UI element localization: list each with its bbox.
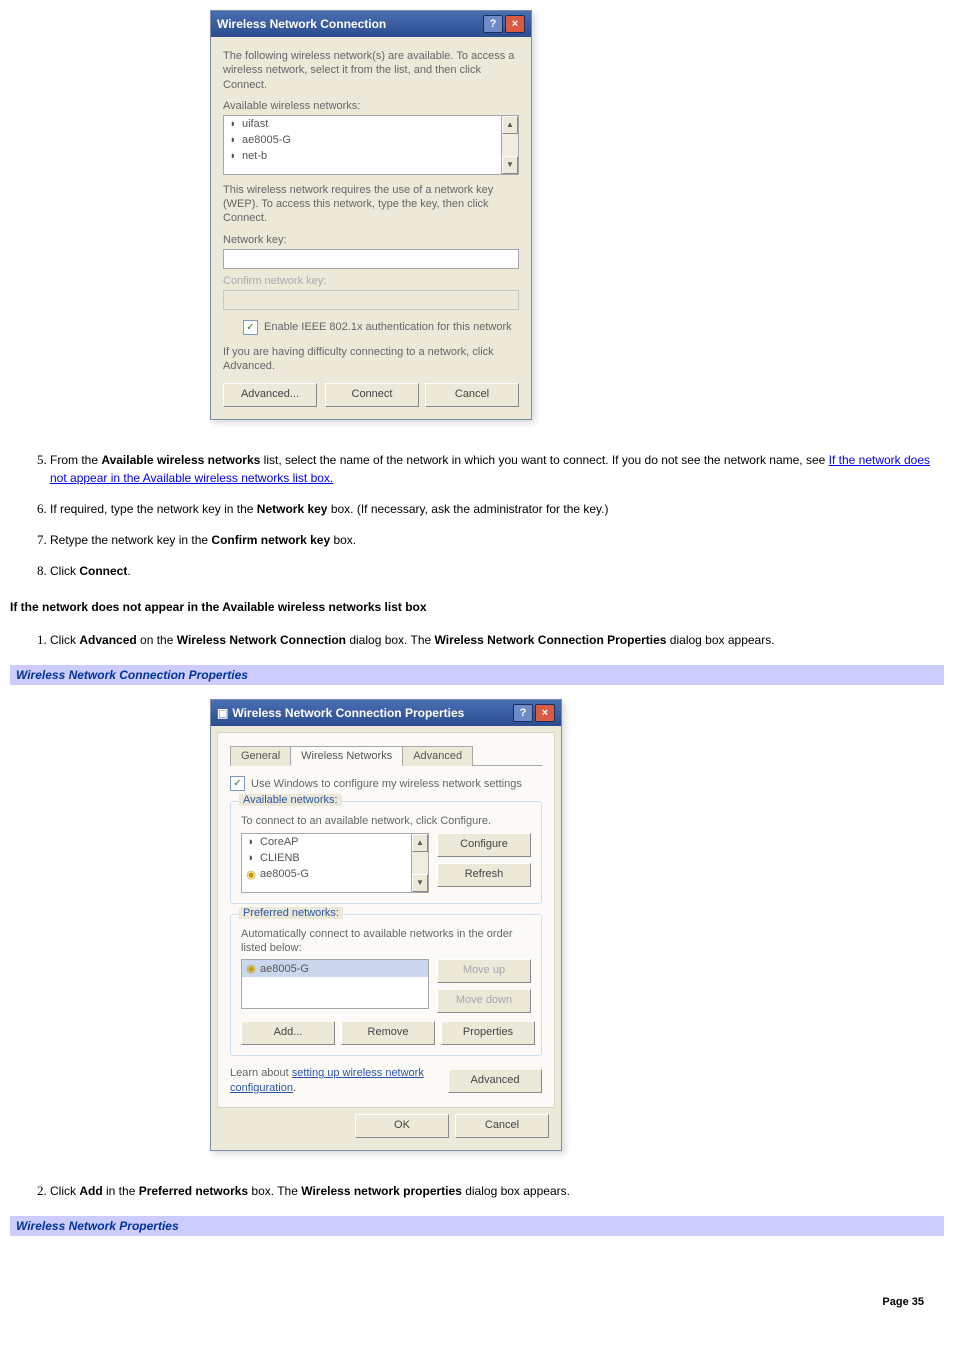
- dialog1-title: Wireless Network Connection: [217, 17, 386, 31]
- dialog1-intro: The following wireless network(s) are av…: [223, 49, 519, 92]
- tab-general[interactable]: General: [230, 746, 291, 766]
- dialog2-titlebar: ▣ Wireless Network Connection Properties…: [211, 700, 561, 726]
- available-networks-list-2[interactable]: ◗CoreAP ◗CLIENB ◉ae8005-G ▲ ▼: [241, 833, 429, 893]
- ok-button[interactable]: OK: [355, 1114, 449, 1138]
- learn-about-text: Learn about setting up wireless network …: [230, 1066, 440, 1095]
- checkbox-icon[interactable]: ✓: [243, 320, 258, 335]
- step-6: If required, type the network key in the…: [50, 499, 944, 518]
- signal-icon: ◗: [246, 852, 256, 864]
- add-button[interactable]: Add...: [241, 1021, 335, 1045]
- preferred-networks-group: Preferred networks: Automatically connec…: [230, 914, 542, 1057]
- close-icon[interactable]: ×: [535, 704, 555, 722]
- step-5: From the Available wireless networks lis…: [50, 450, 944, 487]
- signal-icon: ◗: [228, 118, 238, 130]
- list-item[interactable]: ◉ae8005-G: [242, 866, 428, 883]
- move-up-button: Move up: [437, 959, 531, 983]
- tab-wireless-networks[interactable]: Wireless Networks: [290, 746, 403, 766]
- help-icon[interactable]: ?: [513, 704, 533, 722]
- steps-list-3: Click Add in the Preferred networks box.…: [10, 1181, 944, 1200]
- available-networks-label: Available wireless networks:: [223, 100, 519, 112]
- signal-icon: ◗: [228, 150, 238, 162]
- enable-8021x-checkbox[interactable]: ✓ Enable IEEE 802.1x authentication for …: [243, 320, 519, 335]
- list-item[interactable]: ◗ae8005-G: [224, 132, 518, 148]
- list-item[interactable]: ◉ae8005-G: [242, 960, 428, 977]
- list-item[interactable]: ◗uifast: [224, 116, 518, 132]
- cancel-button-2[interactable]: Cancel: [455, 1114, 549, 1138]
- wireless-properties-dialog: ▣ Wireless Network Connection Properties…: [210, 699, 562, 1150]
- page-number: Page 35: [10, 1296, 944, 1308]
- steps-list-1: From the Available wireless networks lis…: [10, 450, 944, 580]
- step-7: Retype the network key in the Confirm ne…: [50, 530, 944, 549]
- configure-button[interactable]: Configure: [437, 833, 531, 857]
- available-desc: To connect to an available network, clic…: [241, 814, 531, 828]
- scroll-up-icon[interactable]: ▲: [502, 116, 518, 134]
- help-icon[interactable]: ?: [483, 15, 503, 33]
- wep-signal-icon: ◉: [246, 962, 256, 975]
- move-down-button: Move down: [437, 989, 531, 1013]
- signal-icon: ◗: [228, 134, 238, 146]
- group-title: Preferred networks:: [239, 907, 343, 919]
- properties-button[interactable]: Properties: [441, 1021, 535, 1045]
- scroll-down-icon[interactable]: ▼: [412, 874, 428, 892]
- wireless-connection-dialog: Wireless Network Connection ? × The foll…: [210, 10, 532, 420]
- scroll-down-icon[interactable]: ▼: [502, 156, 518, 174]
- confirm-key-input: [223, 290, 519, 310]
- dialog2-title: Wireless Network Connection Properties: [232, 706, 464, 720]
- group-title: Available networks:: [239, 794, 342, 806]
- use-windows-checkbox[interactable]: ✓ Use Windows to configure my wireless n…: [230, 776, 542, 791]
- tabs: General Wireless Networks Advanced: [230, 745, 542, 766]
- difficulty-text: If you are having difficulty connecting …: [223, 345, 519, 374]
- refresh-button[interactable]: Refresh: [437, 863, 531, 887]
- preferred-desc: Automatically connect to available netwo…: [241, 927, 531, 956]
- wep-signal-icon: ◉: [246, 868, 256, 881]
- close-icon[interactable]: ×: [505, 15, 525, 33]
- available-networks-list[interactable]: ◗uifast ◗ae8005-G ◗net-b ▲ ▼: [223, 115, 519, 175]
- heading-properties: Wireless Network Connection Properties: [10, 665, 944, 685]
- signal-icon: ◗: [246, 836, 256, 848]
- connect-button[interactable]: Connect: [325, 383, 419, 407]
- heading-network-properties: Wireless Network Properties: [10, 1216, 944, 1236]
- advanced-button-2[interactable]: Advanced: [448, 1069, 542, 1093]
- wep-text: This wireless network requires the use o…: [223, 183, 519, 226]
- list-item[interactable]: ◗CoreAP: [242, 834, 428, 850]
- tab-advanced[interactable]: Advanced: [402, 746, 473, 766]
- list-item[interactable]: ◗CLIENB: [242, 850, 428, 866]
- scroll-up-icon[interactable]: ▲: [412, 834, 428, 852]
- confirm-key-label: Confirm network key:: [223, 275, 519, 287]
- dialog1-titlebar: Wireless Network Connection ? ×: [211, 11, 531, 37]
- list-item[interactable]: ◗net-b: [224, 148, 518, 164]
- scrollbar[interactable]: ▲ ▼: [411, 834, 428, 892]
- step-advanced-1: Click Advanced on the Wireless Network C…: [50, 630, 944, 649]
- network-key-label: Network key:: [223, 234, 519, 246]
- available-networks-group: Available networks: To connect to an ava…: [230, 801, 542, 903]
- steps-list-2: Click Advanced on the Wireless Network C…: [10, 630, 944, 649]
- step-8: Click Connect.: [50, 561, 944, 580]
- cancel-button[interactable]: Cancel: [425, 383, 519, 407]
- advanced-button[interactable]: Advanced...: [223, 383, 317, 407]
- step-add-2: Click Add in the Preferred networks box.…: [50, 1181, 944, 1200]
- network-key-input[interactable]: [223, 249, 519, 269]
- network-icon: ▣: [217, 706, 228, 720]
- preferred-networks-list[interactable]: ◉ae8005-G: [241, 959, 429, 1009]
- remove-button[interactable]: Remove: [341, 1021, 435, 1045]
- checkbox-icon[interactable]: ✓: [230, 776, 245, 791]
- scrollbar[interactable]: ▲ ▼: [501, 116, 518, 174]
- subheading-missing-network: If the network does not appear in the Av…: [10, 600, 944, 614]
